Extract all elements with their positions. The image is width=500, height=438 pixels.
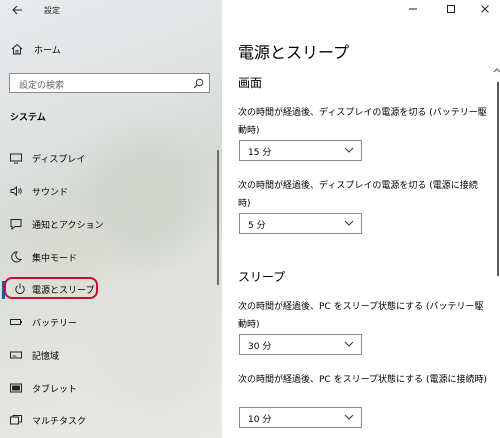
sidebar-item-label: 集中モード bbox=[32, 254, 78, 264]
sleep-battery-dropdown[interactable]: 30 分 bbox=[239, 334, 362, 355]
dropdown-value: 30 分 bbox=[248, 342, 272, 352]
display-icon bbox=[10, 153, 22, 164]
back-button[interactable] bbox=[8, 3, 26, 21]
close-icon bbox=[481, 5, 489, 13]
power-icon bbox=[15, 283, 25, 294]
chevron-down-icon bbox=[344, 341, 354, 347]
title-bar: 設定 bbox=[0, 0, 222, 24]
maximize-button[interactable] bbox=[440, 2, 462, 20]
search-icon[interactable] bbox=[193, 78, 204, 89]
sidebar-item-power-sleep[interactable]: 電源とスリープ bbox=[0, 274, 210, 304]
battery-icon bbox=[10, 319, 22, 325]
chevron-down-icon bbox=[344, 147, 354, 153]
page-title: 電源とスリープ bbox=[238, 43, 350, 62]
sidebar-item-focus-assist[interactable]: 集中モード bbox=[0, 242, 210, 272]
dropdown-value: 5 分 bbox=[248, 221, 266, 231]
sidebar-item-storage[interactable]: 記憶域 bbox=[0, 340, 210, 370]
sidebar-item-multitasking[interactable]: マルチタスク bbox=[0, 405, 210, 435]
screen-battery-desc: 次の時間が経過後、ディスプレイの電源を切る (バッテリー駆動時) bbox=[238, 108, 487, 136]
section-heading: システム bbox=[10, 113, 46, 123]
chevron-down-icon bbox=[344, 220, 354, 226]
minimize-icon bbox=[409, 8, 417, 10]
sleep-plugged-desc: 次の時間が経過後、PC をスリープ状態にする (電源に接続時) bbox=[238, 375, 488, 385]
sidebar-item-label: バッテリー bbox=[32, 319, 78, 329]
sidebar-item-label: サウンド bbox=[32, 188, 69, 198]
screen-plugged-dropdown[interactable]: 5 分 bbox=[239, 213, 362, 234]
content-scrollbar[interactable] bbox=[497, 82, 499, 276]
home-link[interactable]: ホーム bbox=[8, 40, 208, 60]
close-button[interactable] bbox=[474, 2, 496, 20]
sleep-heading: スリープ bbox=[238, 270, 286, 284]
sidebar-item-label: 通知とアクション bbox=[32, 221, 104, 231]
app-title: 設定 bbox=[44, 6, 60, 15]
sidebar-item-sound[interactable]: サウンド bbox=[0, 176, 210, 206]
moon-icon bbox=[11, 251, 22, 263]
sidebar: 設定 ホーム 設定の検索 システム ディスプレイ サウンド 通知とアクション 集… bbox=[0, 0, 222, 438]
back-arrow-icon bbox=[12, 5, 22, 15]
sidebar-item-battery[interactable]: バッテリー bbox=[0, 307, 210, 337]
search-placeholder: 設定の検索 bbox=[19, 81, 65, 91]
sleep-plugged-dropdown[interactable]: 10 分 bbox=[239, 407, 362, 428]
home-label: ホーム bbox=[34, 46, 61, 56]
sidebar-item-notifications[interactable]: 通知とアクション bbox=[0, 209, 210, 239]
speaker-icon bbox=[10, 185, 22, 197]
sleep-battery-desc: 次の時間が経過後、PC をスリープ状態にする (バッテリー駆動時) bbox=[238, 302, 484, 330]
notification-icon bbox=[10, 219, 22, 231]
screen-heading: 画面 bbox=[238, 76, 263, 90]
sidebar-item-label: 電源とスリープ bbox=[32, 286, 95, 296]
sidebar-item-tablet[interactable]: タブレット bbox=[0, 373, 210, 403]
sidebar-item-label: タブレット bbox=[32, 385, 78, 395]
sidebar-item-label: マルチタスク bbox=[32, 417, 87, 427]
multitask-icon bbox=[10, 415, 22, 425]
sidebar-item-label: 記憶域 bbox=[32, 352, 60, 362]
dropdown-value: 15 分 bbox=[248, 148, 272, 158]
sidebar-item-display[interactable]: ディスプレイ bbox=[0, 143, 210, 173]
minimize-button[interactable] bbox=[402, 2, 424, 20]
tablet-icon bbox=[10, 383, 22, 393]
content-pane: 電源とスリープ 画面 次の時間が経過後、ディスプレイの電源を切る (バッテリー駆… bbox=[222, 0, 500, 438]
settings-search-input[interactable]: 設定の検索 bbox=[9, 73, 210, 93]
sidebar-item-label: ディスプレイ bbox=[32, 155, 86, 165]
screen-plugged-desc: 次の時間が経過後、ディスプレイの電源を切る (電源に接続時) bbox=[238, 181, 478, 209]
screen-battery-dropdown[interactable]: 15 分 bbox=[239, 140, 362, 161]
home-icon bbox=[11, 43, 23, 55]
scroll-up-icon[interactable] bbox=[493, 66, 500, 74]
sidebar-scrollbar[interactable] bbox=[217, 150, 219, 285]
maximize-icon bbox=[447, 5, 455, 13]
chevron-down-icon bbox=[344, 414, 354, 420]
dropdown-value: 10 分 bbox=[248, 415, 272, 425]
storage-icon bbox=[10, 351, 22, 359]
